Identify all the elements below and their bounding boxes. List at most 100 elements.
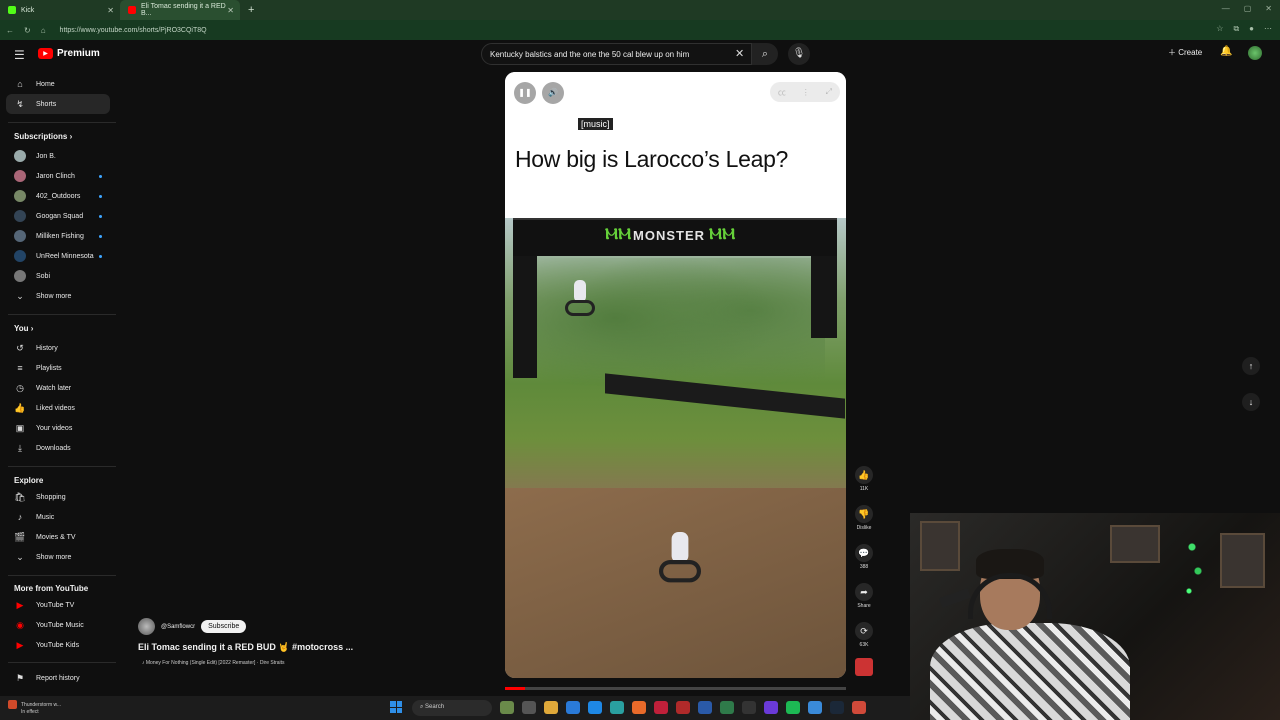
home-icon[interactable]: ⌂ xyxy=(41,26,46,35)
minimize-icon[interactable]: — xyxy=(1222,4,1230,13)
app-icon[interactable] xyxy=(720,701,734,714)
account-avatar[interactable] xyxy=(1248,46,1262,60)
more-options-icon[interactable]: ⋮ xyxy=(802,88,810,97)
pause-button[interactable]: ❚❚ xyxy=(514,82,536,104)
terminal-icon[interactable] xyxy=(742,701,756,714)
app-icon[interactable] xyxy=(698,701,712,714)
next-short-arrow-down-icon[interactable]: ↓ xyxy=(1242,393,1260,411)
previous-short-arrow-up-icon[interactable]: ↑ xyxy=(1242,357,1260,375)
sidebar-item-subscription[interactable]: UnReel Minnesota xyxy=(6,246,110,266)
sidebar-item-youtube-kids[interactable]: ▶ YouTube Kids xyxy=(6,635,110,655)
search-button[interactable]: ⌕ xyxy=(752,43,778,65)
reload-icon[interactable]: ↻ xyxy=(24,26,31,35)
url-field[interactable]: https://www.youtube.com/shorts/PjRO3CQiT… xyxy=(60,27,207,34)
sound-thumbnail[interactable] xyxy=(852,658,876,676)
sidebar-item-liked-videos[interactable]: 👍 Liked videos xyxy=(6,398,110,418)
sidebar-item-home[interactable]: ⌂ Home xyxy=(6,74,110,94)
maximize-icon[interactable]: ▢ xyxy=(1244,4,1252,13)
close-tab-icon[interactable]: ✕ xyxy=(227,6,234,15)
firefox-icon[interactable] xyxy=(632,701,646,714)
comments-button[interactable]: 💬 388 xyxy=(852,544,876,570)
sidebar-item-shorts[interactable]: ↯ Shorts xyxy=(6,94,110,114)
fullscreen-icon[interactable]: ⤢ xyxy=(826,87,832,97)
download-icon: ⤓ xyxy=(18,442,22,453)
volume-button[interactable]: 🔊 xyxy=(542,82,564,104)
video-title[interactable]: Eli Tomac sending it a RED BUD 🤘 #motocr… xyxy=(138,642,353,653)
remix-button[interactable]: ⟳ 63K xyxy=(852,622,876,648)
clear-search-icon[interactable]: ✕ xyxy=(735,47,744,60)
like-button[interactable]: 👍 11K xyxy=(852,466,876,492)
sidebar-item-subscription[interactable]: 402_Outdoors xyxy=(6,186,110,206)
bookmark-star-icon[interactable]: ☆ xyxy=(1216,24,1223,34)
store-icon[interactable] xyxy=(566,701,580,714)
file-explorer-icon[interactable] xyxy=(544,701,558,714)
captions-icon[interactable]: ㏄ xyxy=(778,87,786,98)
app-icon[interactable] xyxy=(764,701,778,714)
video-music[interactable]: ♪ Money For Nothing (Single Edit) [2022 … xyxy=(142,660,285,666)
create-button[interactable]: ＋ Create xyxy=(1168,47,1202,58)
shorts-icon: ↯ xyxy=(16,98,24,109)
video-progress-bar[interactable] xyxy=(505,687,846,690)
taskbar-search[interactable]: ⌕ Search xyxy=(412,700,492,716)
app-icon[interactable] xyxy=(500,701,514,714)
heading-text: You xyxy=(14,324,29,333)
search-input[interactable]: Kentucky balstics and the one the 50 cal… xyxy=(481,43,752,65)
sidebar-item-downloads[interactable]: ⤓ Downloads xyxy=(6,438,110,458)
app-icon[interactable] xyxy=(610,701,624,714)
app-icon[interactable] xyxy=(654,701,668,714)
shorts-player[interactable]: ⲘⲘ MONSTER ⲘⲘ ❚❚ 🔊 ㏄ ⋮ ⤢ [music] How big… xyxy=(505,72,846,678)
app-icon[interactable] xyxy=(808,701,822,714)
spotify-icon[interactable] xyxy=(786,701,800,714)
close-window-icon[interactable]: ✕ xyxy=(1265,4,1272,13)
show-more-subscriptions[interactable]: ⌄ Show more xyxy=(6,286,110,306)
sidebar-item-shopping[interactable]: 🛍 Shopping xyxy=(6,487,110,507)
edge-icon[interactable] xyxy=(588,701,602,714)
extensions-icon[interactable]: ⧉ xyxy=(1233,24,1239,34)
new-tab-icon[interactable]: + xyxy=(240,4,262,16)
show-more-explore[interactable]: ⌄ Show more xyxy=(6,547,110,567)
sidebar-item-youtube-music[interactable]: ◉ YouTube Music xyxy=(6,615,110,635)
browser-tab-kick[interactable]: Kick ✕ xyxy=(0,0,120,20)
notifications-bell-icon[interactable]: 🔔 xyxy=(1220,46,1232,57)
sidebar-item-subscription[interactable]: Sobi xyxy=(6,266,110,286)
dislike-button[interactable]: 👎 Dislike xyxy=(852,505,876,531)
voice-search-button[interactable]: 🎙 xyxy=(788,43,810,65)
app-icon[interactable] xyxy=(676,701,690,714)
sidebar-item-subscription[interactable]: Googan Squad xyxy=(6,206,110,226)
back-icon[interactable]: ← xyxy=(6,26,14,35)
steam-icon[interactable] xyxy=(830,701,844,714)
sidebar-item-label: UnReel Minnesota xyxy=(36,252,94,260)
sidebar-item-playlists[interactable]: ≡ Playlists xyxy=(6,358,110,378)
app-icon[interactable] xyxy=(852,701,866,714)
close-tab-icon[interactable]: ✕ xyxy=(107,6,114,15)
weather-widget[interactable]: Thunderstorm w... In effect xyxy=(8,700,61,716)
sidebar-item-subscription[interactable]: Jon B. xyxy=(6,146,110,166)
sidebar-item-report-history[interactable]: ⚑ Report history xyxy=(6,668,110,688)
sidebar-item-subscription[interactable]: Milliken Fishing xyxy=(6,226,110,246)
channel-handle[interactable]: @Samflowcr xyxy=(161,624,195,630)
subscribe-button[interactable]: Subscribe xyxy=(201,620,247,633)
hamburger-menu-icon[interactable]: ☰ xyxy=(14,48,25,62)
sidebar-item-history[interactable]: ↺ History xyxy=(6,338,110,358)
browser-menu-icon[interactable]: ⋯ xyxy=(1264,24,1272,34)
browser-tab-youtube[interactable]: Eli Tomac sending it a RED B... ✕ xyxy=(120,0,240,20)
subscriptions-heading[interactable]: Subscriptions › xyxy=(14,132,72,141)
bike xyxy=(565,300,595,316)
sidebar-item-youtube-tv[interactable]: ▶ YouTube TV xyxy=(6,595,110,615)
sidebar-item-your-videos[interactable]: ▣ Your videos xyxy=(6,418,110,438)
sidebar-item-subscription[interactable]: Jaron Clinch xyxy=(6,166,110,186)
sidebar-item-watch-later[interactable]: ◷ Watch later xyxy=(6,378,110,398)
wall-frame xyxy=(1220,533,1265,588)
profile-icon[interactable]: ● xyxy=(1249,24,1254,34)
windows-start-icon[interactable] xyxy=(390,701,402,713)
divider xyxy=(8,122,116,123)
shorts-navigation: ↑ ↓ xyxy=(1242,357,1260,429)
share-button[interactable]: ➦ Share xyxy=(852,583,876,609)
sidebar-item-label: Home xyxy=(36,80,55,88)
you-heading[interactable]: You › xyxy=(14,324,33,333)
task-view-icon[interactable] xyxy=(522,701,536,714)
sidebar-item-music[interactable]: ♪ Music xyxy=(6,507,110,527)
sidebar-item-movies-tv[interactable]: 🎬 Movies & TV xyxy=(6,527,110,547)
channel-avatar[interactable] xyxy=(138,618,155,635)
youtube-logo[interactable]: ▶ Premium xyxy=(38,48,100,59)
